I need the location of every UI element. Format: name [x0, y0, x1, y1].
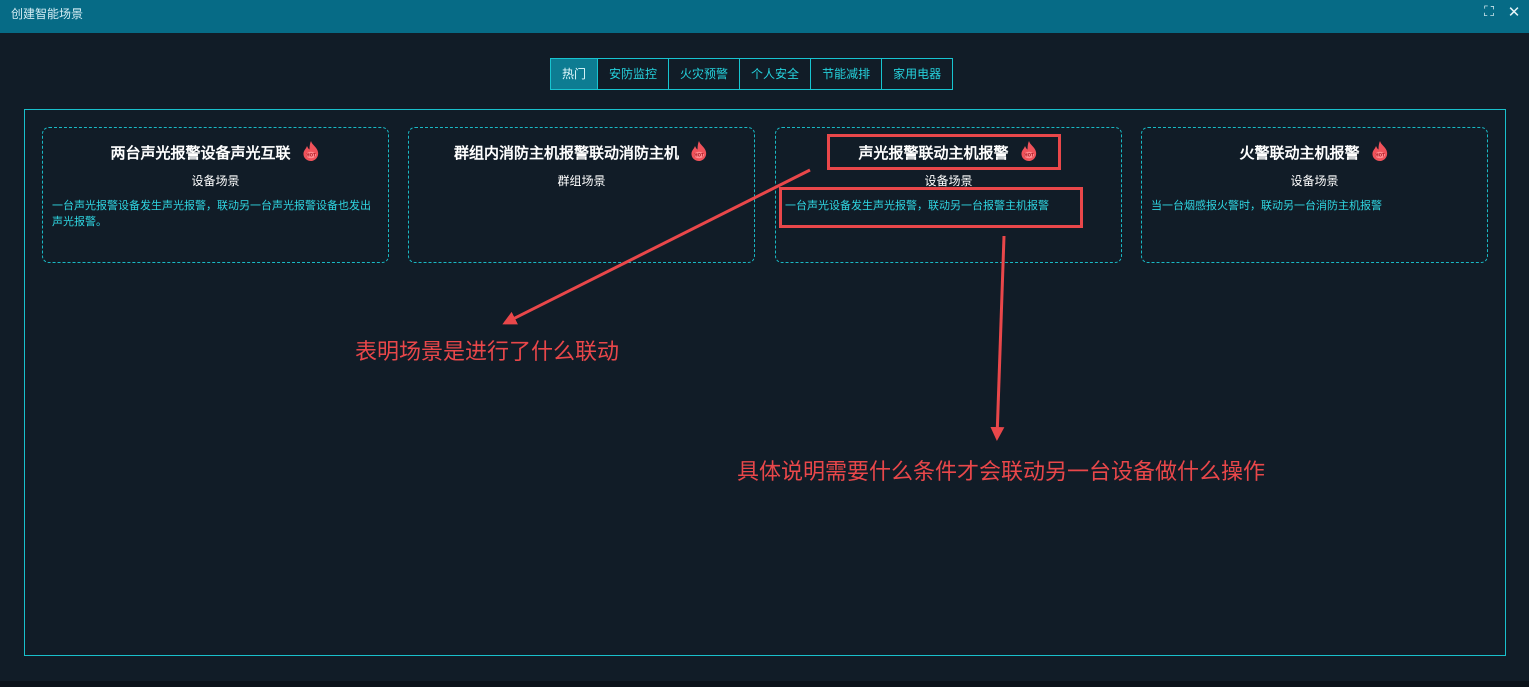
window-titlebar: 创建智能场景 ⛶ ✕: [0, 0, 1529, 33]
close-icon[interactable]: ✕: [1505, 3, 1523, 21]
expand-icon[interactable]: ⛶: [1480, 3, 1498, 21]
tab-home-appliances[interactable]: 家用电器: [881, 59, 952, 89]
scene-card-type: 群组场景: [557, 174, 606, 188]
scene-card-description: 当一台烟感报火警时，联动另一台消防主机报警: [1151, 199, 1382, 212]
bottom-strip: [0, 681, 1529, 687]
svg-text:HOT: HOT: [694, 152, 704, 157]
hot-fire-icon: HOT: [301, 140, 321, 162]
scene-card-title: 火警联动主机报警 HOT: [1142, 140, 1487, 165]
scene-card-title: 群组内消防主机报警联动消防主机 HOT: [409, 140, 754, 165]
scene-card[interactable]: 群组内消防主机报警联动消防主机 HOT 群组场景: [408, 127, 755, 263]
title-annotation: 表明场景是进行了什么联动: [355, 340, 620, 365]
scene-card-type: 设备场景: [924, 174, 973, 188]
tab-hot[interactable]: 热门: [551, 59, 598, 89]
window-title: 创建智能场景: [11, 7, 84, 21]
svg-text:HOT: HOT: [1375, 152, 1385, 157]
hot-fire-icon: HOT: [689, 140, 709, 162]
scene-card-type: 设备场景: [1290, 174, 1339, 188]
tab-fire-warning[interactable]: 火灾预警: [668, 59, 739, 89]
category-tabs: 热门 安防监控 火灾预警 个人安全 节能减排 家用电器: [550, 58, 954, 90]
svg-text:HOT: HOT: [1024, 152, 1034, 157]
scene-card-title: 声光报警联动主机报警 HOT: [776, 140, 1121, 165]
scene-card[interactable]: 火警联动主机报警 HOT 设备场景 当一台烟感报火警时，联动另一台消防主机报警: [1141, 127, 1488, 263]
scene-card[interactable]: 声光报警联动主机报警 HOT 设备场景 一台声光设备发生声光报警，联动另一台报警主…: [775, 127, 1122, 263]
scene-card-description: 一台声光报警设备发生声光报警，联动另一台声光报警设备也发出声光报警。: [52, 199, 371, 228]
scene-card-title: 两台声光报警设备声光互联 HOT: [43, 140, 388, 165]
tab-security-monitoring[interactable]: 安防监控: [597, 59, 668, 89]
tab-energy-saving[interactable]: 节能减排: [810, 59, 881, 89]
scene-card-type: 设备场景: [191, 174, 240, 188]
description-annotation: 具体说明需要什么条件才会联动另一台设备做什么操作: [737, 460, 1266, 485]
svg-text:HOT: HOT: [306, 152, 316, 157]
tab-personal-safety[interactable]: 个人安全: [739, 59, 810, 89]
hot-fire-icon: HOT: [1019, 140, 1039, 162]
scene-card-description: 一台声光设备发生声光报警，联动另一台报警主机报警: [785, 199, 1049, 212]
hot-fire-icon: HOT: [1370, 140, 1390, 162]
scene-card[interactable]: 两台声光报警设备声光互联 HOT 设备场景 一台声光报警设备发生声光报警，联动另一…: [42, 127, 389, 263]
